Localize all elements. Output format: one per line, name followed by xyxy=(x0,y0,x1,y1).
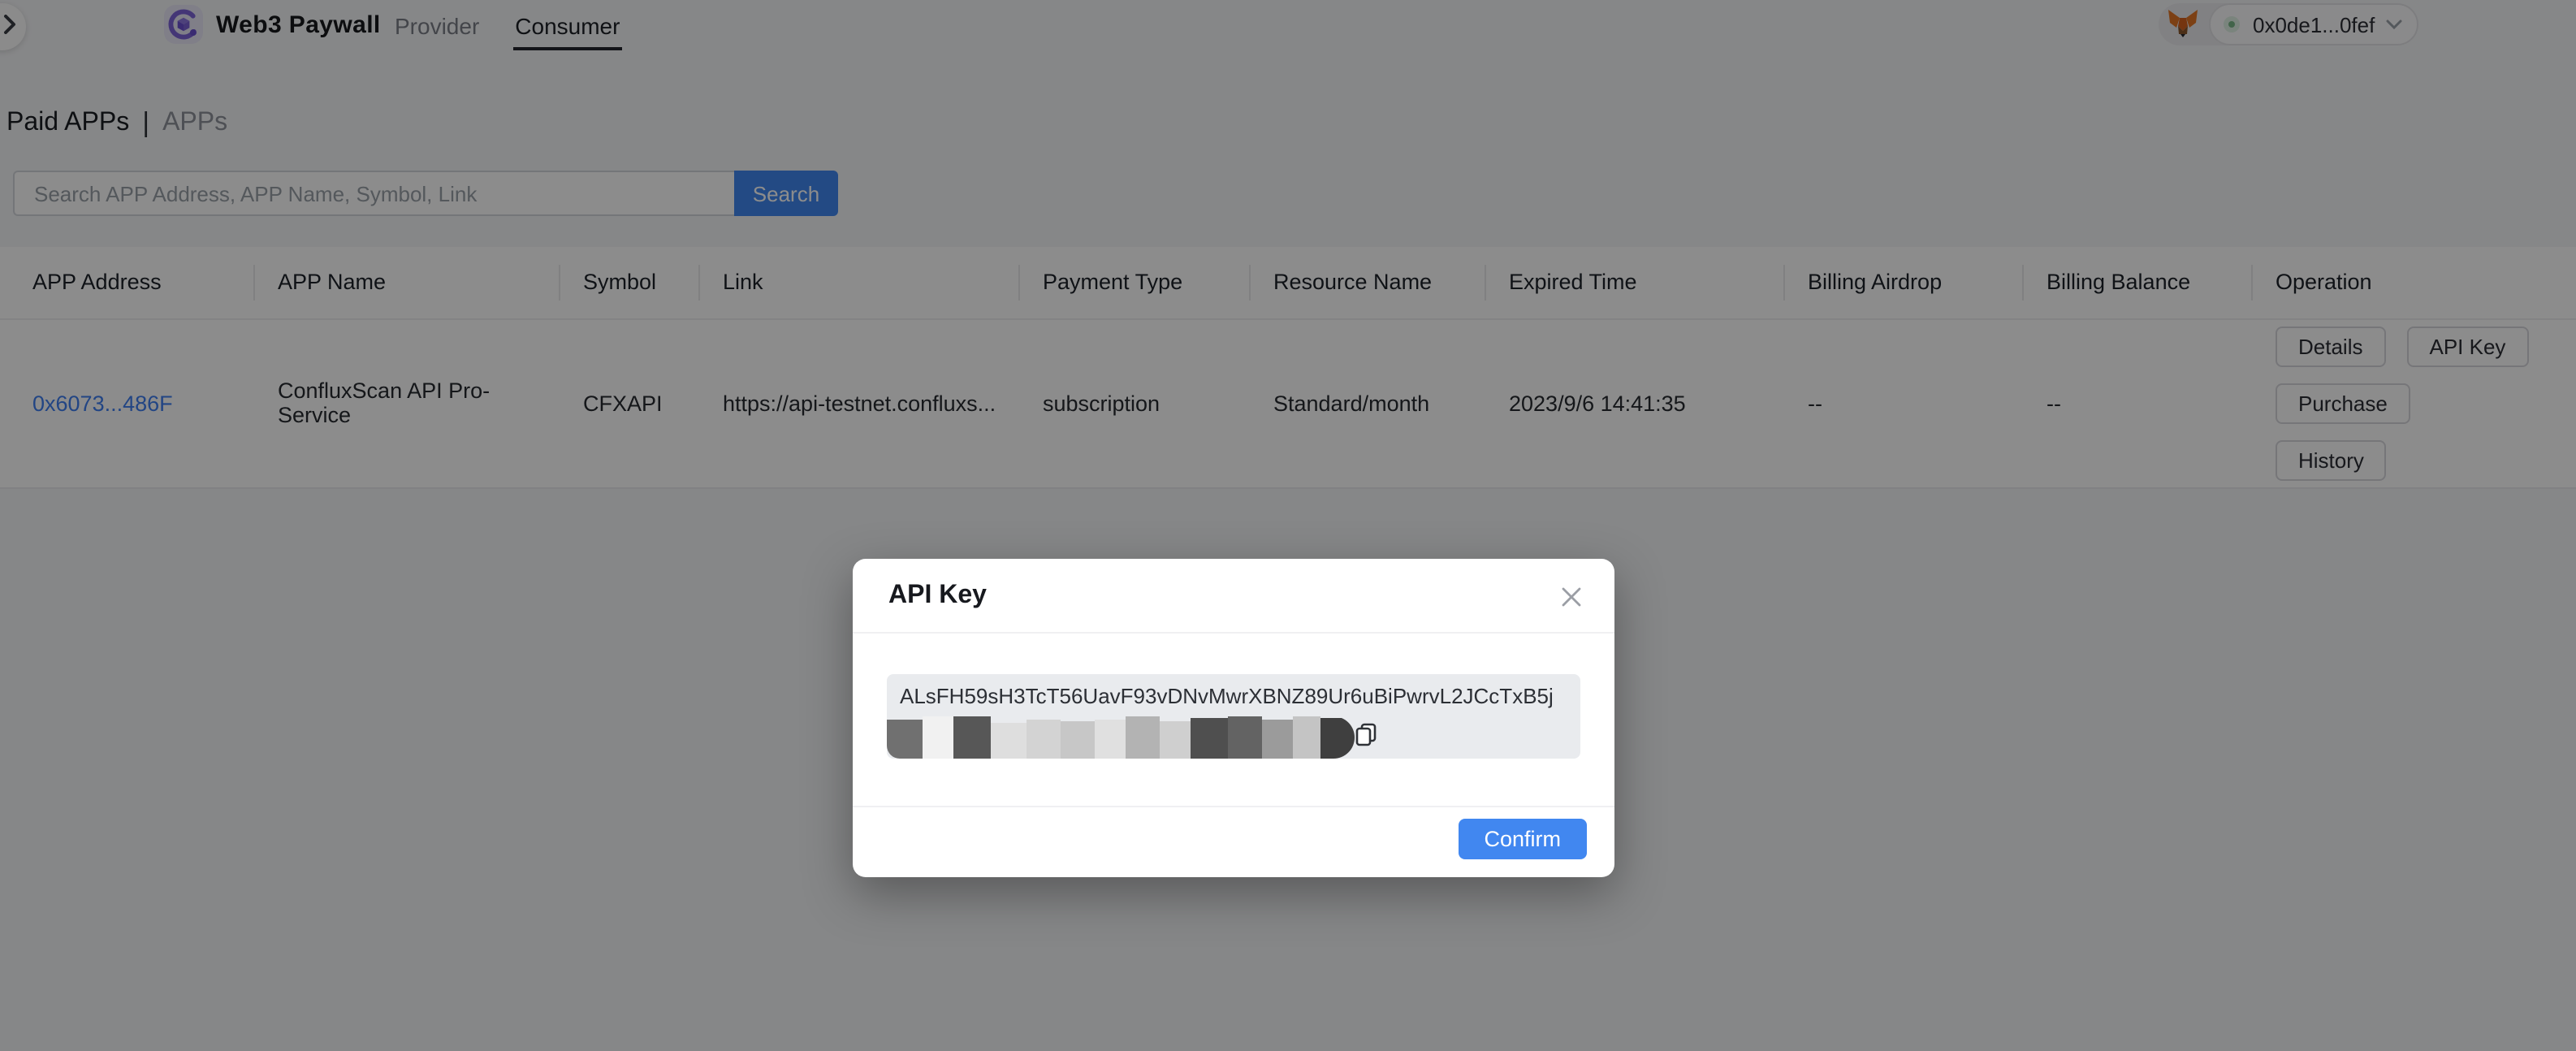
redaction-block xyxy=(1191,718,1228,759)
screen: Web3 Paywall Provider Consumer xyxy=(0,0,2576,1051)
api-key-text: ALsFH59sH3TcT56UavF93vDNvMwrXBNZ89Ur6uBi… xyxy=(900,684,1554,708)
redaction-block xyxy=(1027,720,1061,759)
redacted-key-blocks xyxy=(887,716,1355,759)
modal-title: API Key xyxy=(888,582,987,611)
confirm-button[interactable]: Confirm xyxy=(1458,819,1587,859)
app-canvas: Web3 Paywall Provider Consumer xyxy=(0,0,2576,1051)
redaction-block xyxy=(1320,718,1355,759)
modal-close-button[interactable] xyxy=(1558,583,1584,609)
redaction-block xyxy=(887,720,923,759)
redaction-block xyxy=(1160,721,1191,759)
redaction-block xyxy=(1262,720,1293,759)
api-key-field: ALsFH59sH3TcT56UavF93vDNvMwrXBNZ89Ur6uBi… xyxy=(887,674,1580,759)
redaction-block xyxy=(991,723,1027,759)
api-key-modal: API Key ALsFH59sH3TcT56UavF93vDNvMwrXBNZ… xyxy=(853,559,1614,877)
redaction-block xyxy=(923,716,953,759)
redaction-block xyxy=(1293,716,1320,759)
close-icon xyxy=(1560,586,1581,607)
modal-overlay[interactable] xyxy=(0,0,2576,1051)
redaction-block xyxy=(953,716,991,759)
redaction-block xyxy=(1061,721,1095,759)
modal-header: API Key xyxy=(853,559,1614,634)
redaction-block xyxy=(1126,716,1160,759)
copy-icon[interactable] xyxy=(1355,723,1377,747)
modal-footer: Confirm xyxy=(853,806,1614,877)
redaction-block xyxy=(1095,720,1126,759)
redaction-block xyxy=(1228,716,1262,759)
